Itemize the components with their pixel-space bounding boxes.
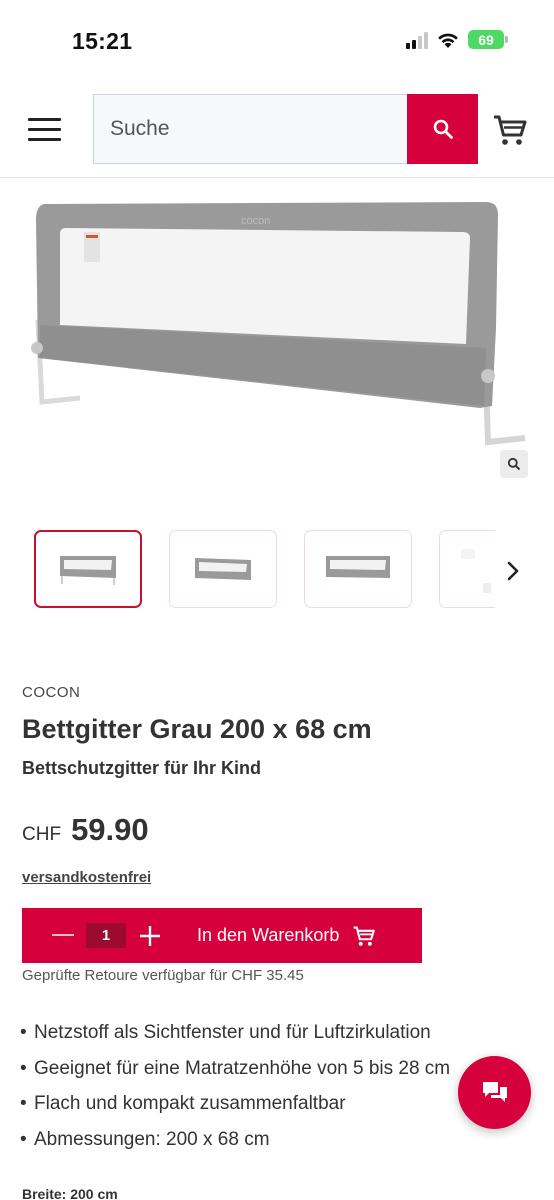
search-button[interactable] xyxy=(407,94,478,164)
cart-icon xyxy=(494,115,527,145)
thumbnail-2[interactable] xyxy=(169,530,277,608)
thumbnail-3[interactable] xyxy=(304,530,412,608)
magnifier-icon xyxy=(507,457,521,471)
zoom-button[interactable] xyxy=(500,450,528,478)
bed-rail-image: cocon xyxy=(31,202,526,446)
price-value: 59.90 xyxy=(71,812,149,847)
menu-button[interactable] xyxy=(28,118,62,142)
thumbnail-4[interactable] xyxy=(439,530,495,608)
plus-icon xyxy=(140,926,160,946)
product-brand[interactable]: COCON xyxy=(22,684,80,701)
feature-list: • Netzstoff als Sichtfenster und für Luft… xyxy=(20,1020,450,1162)
add-to-cart-bar: 1 In den Warenkorb xyxy=(22,908,422,963)
product-image[interactable]: cocon xyxy=(0,180,554,500)
cart-icon xyxy=(354,926,376,946)
fabric-brand-label: cocon xyxy=(241,215,270,227)
search-input[interactable] xyxy=(93,94,408,164)
thumbnail-image xyxy=(326,556,390,578)
product-title: Bettgitter Grau 200 x 68 cm xyxy=(22,714,372,744)
status-time: 15:21 xyxy=(72,28,133,54)
feature-item: • Abmessungen: 200 x 68 cm xyxy=(20,1128,270,1150)
add-to-cart-label: In den Warenkorb xyxy=(197,925,340,945)
chat-button[interactable] xyxy=(458,1056,531,1129)
thumbnail-image xyxy=(195,558,251,580)
minus-icon xyxy=(52,934,74,936)
chevron-right-icon xyxy=(507,561,519,581)
thumbnail-next-button[interactable] xyxy=(500,556,526,586)
quantity-value[interactable]: 1 xyxy=(86,923,126,948)
add-to-cart-button[interactable]: In den Warenkorb xyxy=(197,908,389,963)
cart-button[interactable] xyxy=(490,110,530,150)
battery-level: 69 xyxy=(468,30,504,49)
quantity-decrease-button[interactable] xyxy=(42,916,84,956)
feature-item: • Netzstoff als Sichtfenster und für Luft… xyxy=(20,1022,431,1043)
chat-icon xyxy=(482,1081,507,1102)
price-row: CHF 59.90 xyxy=(22,812,149,848)
spec-width: Breite: 200 cm xyxy=(22,1186,118,1200)
product-subtitle: Bettschutzgitter für Ihr Kind xyxy=(22,758,261,778)
cellular-signal-icon xyxy=(406,31,428,49)
feature-item: • Geeignet für eine Matratzenhöhe von 5 b… xyxy=(20,1057,451,1079)
quantity-increase-button[interactable] xyxy=(136,922,164,950)
battery-icon: 69 xyxy=(468,30,508,49)
return-note: Geprüfte Retoure verfügbar für CHF 35.45 xyxy=(22,967,304,984)
thumbnail-strip xyxy=(0,528,554,612)
wifi-icon xyxy=(438,33,458,48)
thumbnail-1[interactable] xyxy=(34,530,142,608)
shipping-link[interactable]: versandkostenfrei xyxy=(22,869,151,886)
status-indicators: 69 xyxy=(406,30,508,49)
search-icon xyxy=(433,119,453,139)
feature-item: • Flach und kompakt zusammenfaltbar xyxy=(20,1093,346,1114)
thumbnail-image xyxy=(460,549,491,593)
thumbnail-image xyxy=(60,556,116,585)
price-currency: CHF xyxy=(22,824,62,845)
site-header xyxy=(0,80,554,178)
status-bar: 15:21 69 xyxy=(0,0,554,80)
